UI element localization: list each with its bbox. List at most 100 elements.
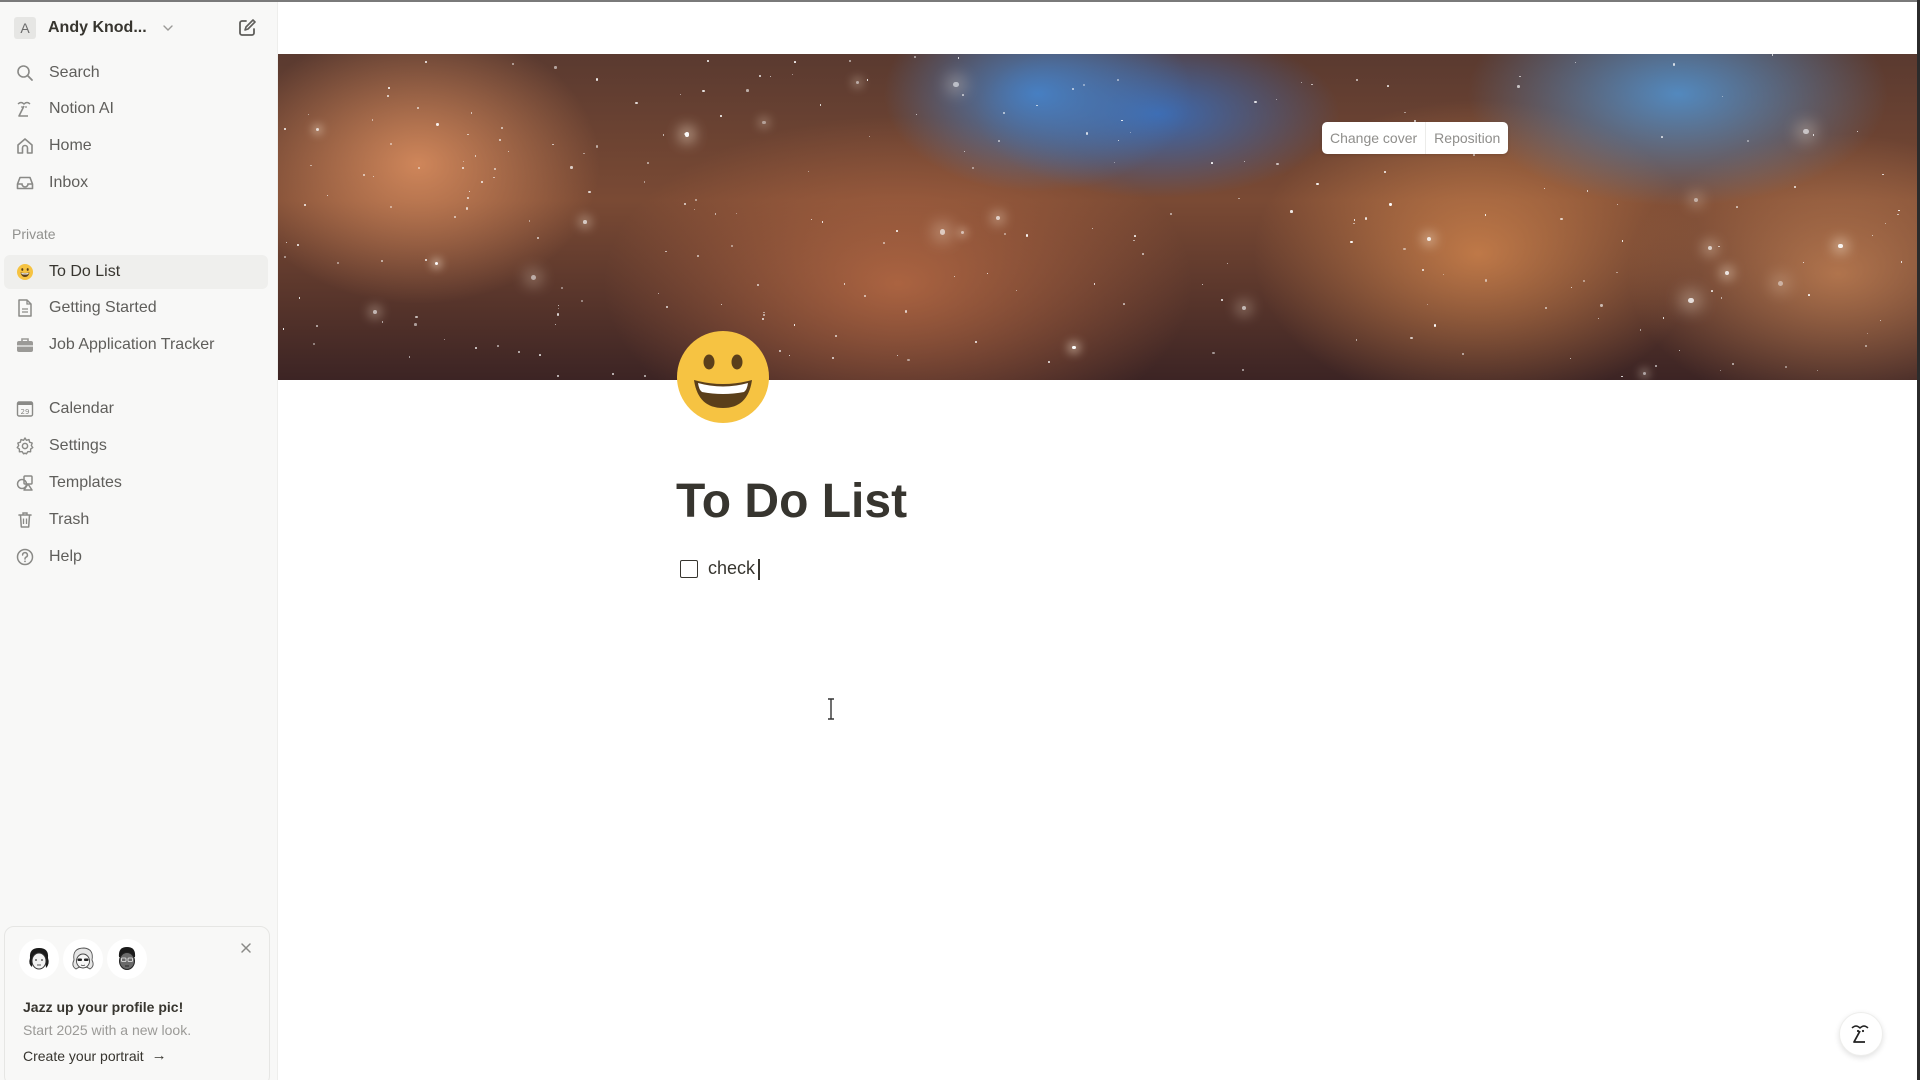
- cover-star: [762, 318, 765, 320]
- sidebar-item-templates[interactable]: Templates: [4, 466, 268, 500]
- close-icon[interactable]: [239, 941, 253, 955]
- cover-star: [1897, 214, 1899, 216]
- cover-star: [1254, 100, 1257, 104]
- cover-star: [707, 60, 710, 62]
- cover-star: [470, 112, 472, 114]
- cover-star: [1364, 218, 1367, 220]
- cover-star: [1719, 369, 1721, 371]
- chevron-down-icon: [162, 25, 173, 31]
- cover-star: [492, 176, 495, 179]
- notion-ai-button[interactable]: [1839, 1012, 1883, 1056]
- page-content: Change cover Reposition To Do List check: [278, 0, 1917, 1080]
- cover-star: [1311, 83, 1313, 86]
- cover-image[interactable]: Change cover Reposition: [278, 54, 1917, 380]
- cover-star: [793, 324, 796, 326]
- cover-star: [1777, 280, 1784, 286]
- sidebar-item-label: Inbox: [49, 174, 89, 191]
- cover-star: [1083, 84, 1086, 87]
- sidebar-page-getting-started[interactable]: Getting Started: [4, 291, 268, 325]
- cover-star: [1212, 351, 1215, 355]
- cover-star: [695, 199, 698, 202]
- cover-star: [1575, 62, 1577, 64]
- sidebar-page-job-application-tracker[interactable]: Job Application Tracker: [4, 328, 268, 362]
- sidebar-item-calendar[interactable]: 29 Calendar: [4, 392, 268, 426]
- cover-star: [835, 335, 838, 338]
- promo-subtitle: Start 2025 with a new look.: [23, 1022, 192, 1038]
- cover-star: [1142, 252, 1144, 255]
- cover-controls: Change cover Reposition: [1322, 122, 1509, 154]
- cover-star: [1426, 303, 1429, 306]
- cover-star: [1300, 82, 1302, 84]
- cover-star: [635, 101, 638, 104]
- cover-star: [474, 155, 477, 158]
- sidebar-item-label: To Do List: [49, 263, 121, 280]
- cover-star: [528, 220, 531, 222]
- cover-star: [762, 120, 766, 125]
- sidebar-page-to-do-list[interactable]: To Do List: [4, 255, 268, 289]
- notion-ai-icon: [1851, 1025, 1869, 1043]
- sidebar-item-search[interactable]: Search: [4, 56, 268, 90]
- cover-star: [1276, 162, 1279, 166]
- create-portrait-link[interactable]: Create your portrait →: [23, 1047, 167, 1064]
- cover-star: [554, 324, 556, 326]
- page-icon-smiley-emoji[interactable]: [676, 330, 770, 424]
- sidebar-item-inbox[interactable]: Inbox: [4, 166, 268, 200]
- section-label-private[interactable]: Private: [12, 226, 56, 242]
- cover-star: [975, 341, 977, 343]
- cover-star: [939, 229, 946, 235]
- cover-star: [915, 113, 917, 115]
- cover-star: [326, 194, 328, 196]
- cover-star: [683, 202, 687, 206]
- cover-star: [1387, 85, 1389, 87]
- todo-checkbox[interactable]: [680, 559, 698, 578]
- sidebar-item-settings[interactable]: Settings: [4, 429, 268, 463]
- cover-star: [657, 292, 660, 295]
- cover-star: [1120, 119, 1123, 122]
- cover-star: [1276, 98, 1278, 100]
- sidebar-item-home[interactable]: Home: [4, 129, 268, 163]
- workspace-switcher[interactable]: A Andy Knod...: [6, 12, 272, 44]
- cover-star: [408, 355, 411, 358]
- cover-star: [595, 78, 599, 81]
- cover-star: [1731, 363, 1734, 366]
- sidebar-item-trash[interactable]: Trash: [4, 503, 268, 537]
- calendar-day: 29: [21, 408, 30, 416]
- cover-star: [730, 244, 734, 247]
- cover-star: [1793, 185, 1796, 188]
- cover-star: [313, 342, 316, 346]
- cover-star: [904, 310, 907, 313]
- cover-star: [819, 104, 822, 106]
- portrait-samples: [21, 941, 145, 977]
- cover-star: [453, 215, 456, 219]
- cover-star: [1242, 368, 1245, 371]
- trash-icon: [14, 509, 36, 531]
- sidebar-item-notion-ai[interactable]: Notion AI: [4, 92, 268, 126]
- sidebar-item-label: Settings: [49, 437, 107, 454]
- cover-star: [1639, 328, 1642, 331]
- new-page-icon[interactable]: [236, 17, 258, 39]
- cover-star: [498, 138, 501, 141]
- sidebar-item-help[interactable]: Help: [4, 540, 268, 574]
- todo-text[interactable]: check: [708, 558, 760, 580]
- cover-star: [435, 261, 439, 265]
- cover-star: [1461, 352, 1465, 355]
- cover-star: [1817, 370, 1819, 372]
- cover-star: [1134, 235, 1136, 237]
- cover-star: [386, 94, 389, 97]
- cover-star: [1679, 350, 1681, 352]
- cover-star: [778, 349, 781, 353]
- cover-star: [868, 135, 870, 137]
- cover-star: [337, 262, 340, 265]
- cover-star: [907, 358, 910, 361]
- cover-star: [680, 93, 682, 95]
- portrait-sample-avatar: [109, 941, 145, 977]
- cover-star: [583, 153, 585, 155]
- cover-star: [1389, 203, 1392, 206]
- reposition-button[interactable]: Reposition: [1425, 122, 1508, 154]
- cover-star: [1316, 183, 1319, 186]
- cover-star: [552, 143, 554, 146]
- change-cover-button[interactable]: Change cover: [1322, 122, 1425, 154]
- page-title[interactable]: To Do List: [676, 474, 907, 529]
- cover-star: [371, 119, 374, 121]
- cover-star: [388, 87, 390, 90]
